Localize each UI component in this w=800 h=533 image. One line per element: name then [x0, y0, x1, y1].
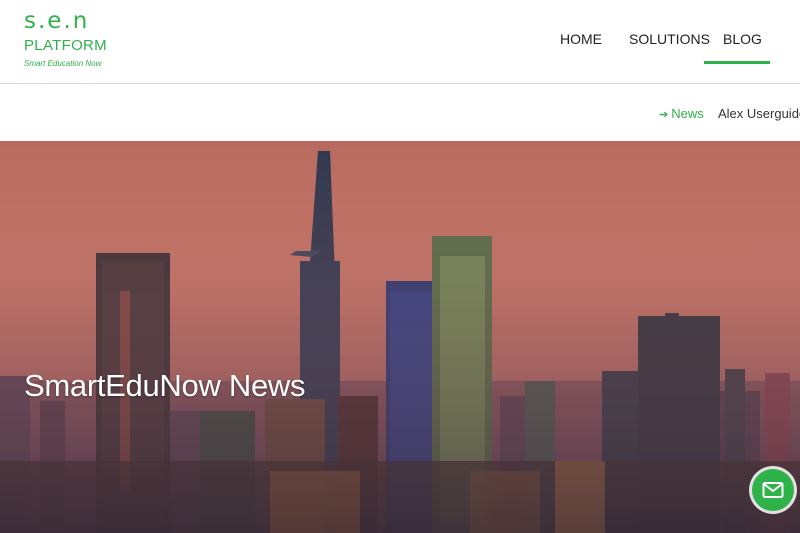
breadcrumb-news-link[interactable]: ➔ News [659, 106, 704, 121]
nav-active-indicator [704, 61, 770, 64]
arrow-right-icon: ➔ [659, 109, 669, 121]
logo[interactable]: s.e.n PLATFORM Smart Education Now [24, 10, 114, 70]
logo-mark: s.e.n [24, 8, 90, 34]
logo-name: PLATFORM [24, 37, 107, 54]
nav-home[interactable]: HOME [560, 31, 602, 47]
mail-icon [762, 482, 784, 498]
logo-tagline: Smart Education Now [24, 59, 102, 68]
city-skyline-image [0, 141, 800, 533]
hero-title: SmartEduNow News [24, 368, 306, 403]
contact-button[interactable] [752, 469, 794, 511]
breadcrumb-current: Alex Userguide [718, 106, 800, 121]
site-header: s.e.n PLATFORM Smart Education Now HOME … [0, 0, 800, 84]
hero-banner: SmartEduNow News [0, 141, 800, 533]
nav-solutions[interactable]: SOLUTIONS [629, 31, 710, 47]
breadcrumb-parent-label: News [671, 106, 704, 121]
breadcrumb: ➔ News Alex Userguide [0, 85, 800, 141]
nav-blog[interactable]: BLOG [723, 31, 762, 47]
